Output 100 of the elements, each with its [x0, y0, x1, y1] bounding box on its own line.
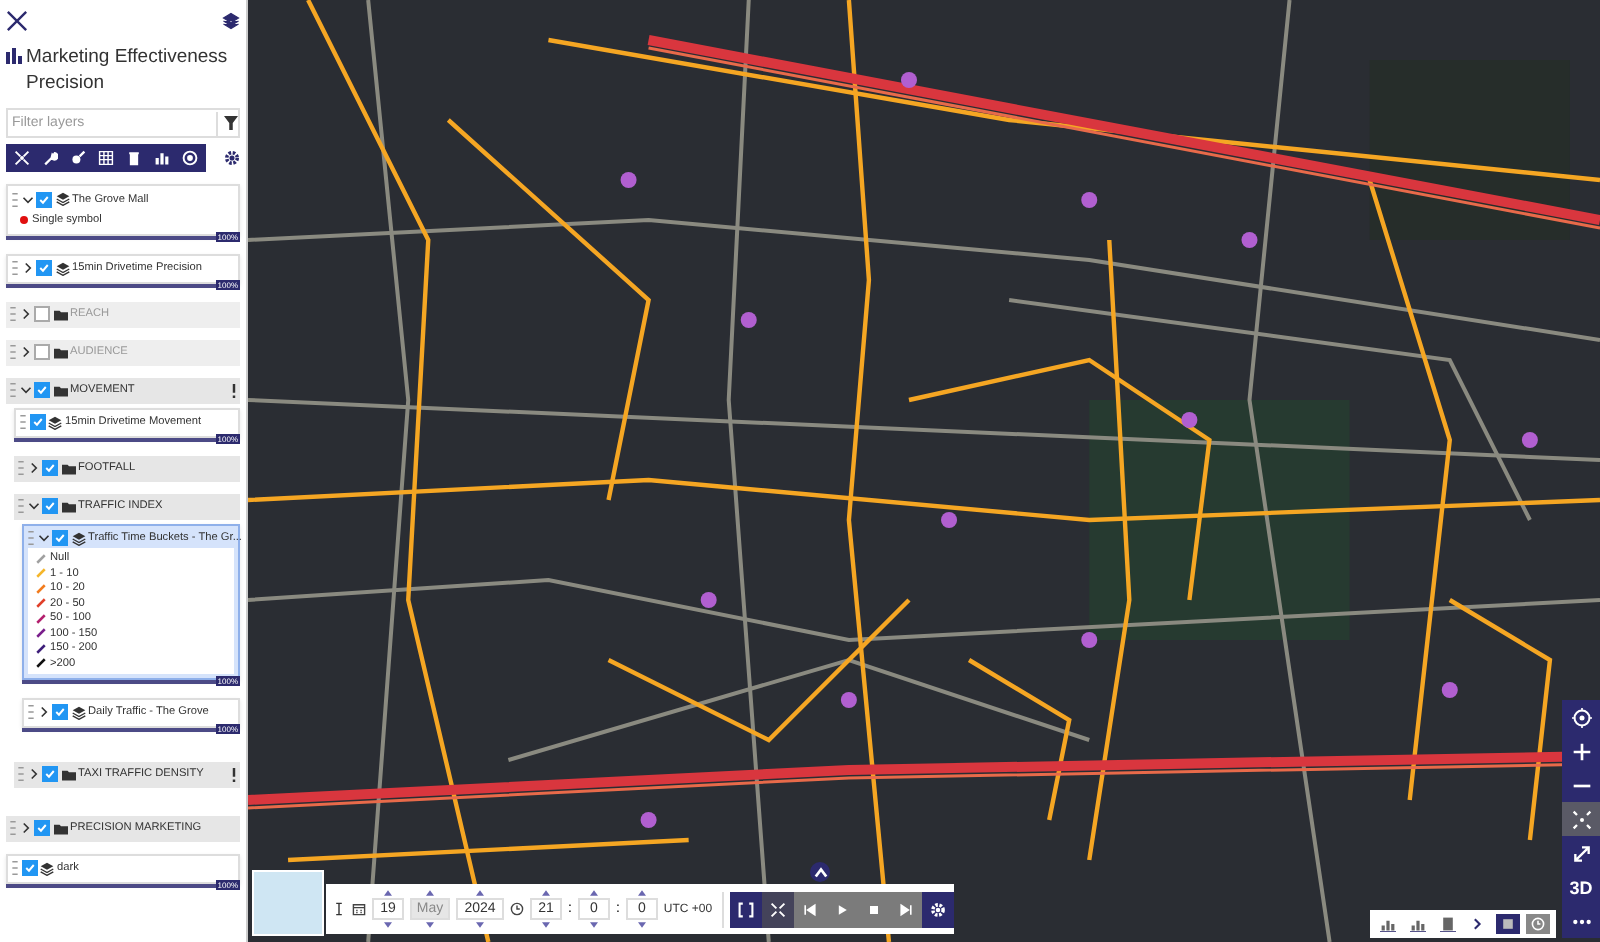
caret-up-icon[interactable] [637, 890, 646, 896]
drag-handle-icon[interactable] [12, 191, 18, 207]
layer-icon [40, 861, 54, 875]
caret-down-icon[interactable] [542, 922, 550, 928]
checkbox[interactable] [42, 460, 58, 476]
chevron-right-icon[interactable] [19, 346, 31, 358]
drag-handle-icon[interactable] [10, 306, 16, 322]
caret-down-icon[interactable] [637, 922, 646, 928]
skip-back-button[interactable] [794, 891, 827, 927]
bracket-icon [738, 901, 755, 917]
checkbox[interactable] [34, 344, 50, 360]
map-pin[interactable] [1181, 412, 1198, 428]
layer-icon [71, 705, 85, 719]
bracket-button[interactable] [730, 891, 763, 927]
fit-button[interactable] [1562, 802, 1600, 836]
layer-icon [55, 192, 69, 206]
drag-handle-icon[interactable] [10, 820, 16, 836]
checkbox[interactable] [42, 766, 58, 782]
table-icon [98, 150, 114, 166]
settings-icon [930, 901, 947, 917]
map-pin[interactable] [1081, 632, 1098, 648]
chevron-down-icon[interactable] [19, 384, 31, 396]
grid-icon [1500, 916, 1516, 932]
chevron-down-icon[interactable] [21, 193, 33, 205]
caret-up-icon[interactable] [476, 890, 484, 896]
caret-down-icon[interactable] [476, 922, 484, 928]
folder-icon [53, 307, 67, 321]
chevron-right-icon[interactable] [19, 308, 31, 320]
layers-icon[interactable] [222, 11, 240, 29]
caret-down-icon[interactable] [589, 922, 598, 928]
caret-up-icon[interactable] [589, 890, 598, 896]
drag-handle-icon[interactable] [18, 498, 24, 514]
drag-handle-icon[interactable] [20, 414, 26, 430]
document-icon [1440, 916, 1456, 932]
clock-icon [1530, 916, 1546, 932]
checkbox[interactable] [34, 382, 50, 398]
drag-handle-icon[interactable] [28, 530, 34, 546]
fit-arrows-icon [770, 901, 787, 917]
map-pin[interactable] [1081, 192, 1098, 208]
caret-up-icon[interactable] [384, 890, 392, 896]
chevron-right-icon[interactable] [27, 462, 39, 474]
drag-handle-icon[interactable] [12, 260, 18, 276]
checkbox[interactable] [21, 860, 37, 876]
checkbox[interactable] [29, 414, 45, 430]
map-pin[interactable] [1441, 682, 1458, 698]
drag-handle-icon[interactable] [10, 382, 16, 398]
map-pin[interactable] [700, 592, 717, 608]
plus-icon [1571, 741, 1591, 761]
drag-handle-icon[interactable] [12, 860, 18, 876]
map-pin[interactable] [900, 72, 917, 88]
map-pin[interactable] [620, 172, 637, 188]
chevron-icon [1470, 916, 1486, 932]
checkbox[interactable] [42, 498, 58, 514]
chevron-down-icon[interactable] [37, 532, 49, 544]
drag-handle-icon[interactable] [28, 704, 34, 720]
folder-icon [53, 383, 67, 397]
calendar-icon [352, 902, 366, 916]
checkbox[interactable] [52, 530, 68, 546]
skip-back-icon [802, 901, 819, 917]
bar-chart-icon [1410, 916, 1426, 932]
map-pin[interactable] [1241, 232, 1258, 248]
caret-up-icon[interactable] [542, 890, 550, 896]
chevron-right-icon[interactable] [19, 822, 31, 834]
panel-title: Marketing Effectiveness Precision [26, 44, 230, 96]
target-icon [1571, 707, 1591, 727]
folder-icon [61, 499, 75, 513]
map-pin[interactable] [640, 812, 657, 828]
grid-button[interactable] [1496, 914, 1520, 934]
map-pin[interactable] [740, 312, 757, 328]
checkbox[interactable] [34, 820, 50, 836]
wrench-icon [42, 150, 58, 166]
drag-handle-icon[interactable] [18, 766, 24, 782]
settings-icon[interactable] [224, 150, 240, 166]
map-pin[interactable] [840, 692, 857, 708]
chart-icon [154, 150, 170, 166]
map-pin[interactable] [1521, 432, 1538, 448]
checkbox[interactable] [52, 704, 68, 720]
skip-forward-button[interactable] [890, 891, 923, 927]
checkbox[interactable] [36, 191, 52, 207]
chevron-right-icon[interactable] [21, 262, 33, 274]
text-cursor-icon [332, 902, 346, 916]
clock-icon [510, 902, 524, 916]
map-pin[interactable] [941, 512, 958, 528]
checkbox[interactable] [36, 260, 52, 276]
close-icon[interactable] [6, 9, 28, 31]
clock-button[interactable] [1526, 914, 1550, 934]
checkbox[interactable] [34, 306, 50, 322]
chevron-down-icon[interactable] [27, 500, 39, 512]
bar-chart-button[interactable] [1376, 914, 1400, 934]
drag-handle-icon[interactable] [18, 460, 24, 476]
bar-chart-icon [1380, 916, 1396, 932]
fit-range-button[interactable] [762, 891, 795, 927]
skip-forward-icon [898, 901, 915, 917]
chevron-right-icon[interactable] [27, 768, 39, 780]
drag-handle-icon[interactable] [10, 344, 16, 360]
layer-icon [71, 531, 85, 545]
chevron-right-icon[interactable] [37, 706, 49, 718]
caret-down-icon[interactable] [384, 922, 392, 928]
expand-dots-icon [1571, 809, 1591, 829]
time-settings-button[interactable] [922, 891, 955, 927]
